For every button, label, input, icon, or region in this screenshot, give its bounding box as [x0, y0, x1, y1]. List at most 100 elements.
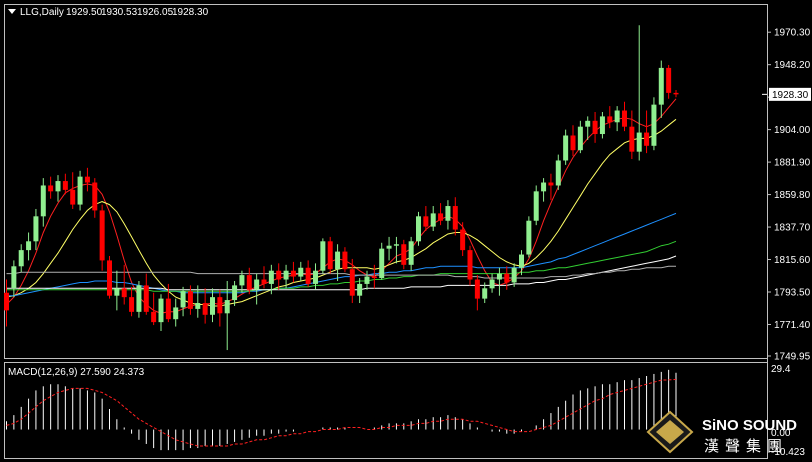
candle-body [614, 110, 620, 123]
candle-body [232, 285, 238, 301]
candle-body [195, 303, 201, 309]
candle-body [570, 135, 576, 151]
symbol-title: LLG,Daily [20, 7, 64, 18]
candle-body [474, 279, 480, 299]
candle-body [18, 250, 24, 267]
candle-body [555, 160, 561, 186]
candle-body [224, 300, 230, 314]
macd-tick-top: 29.4 [771, 364, 791, 375]
candle-body [70, 189, 76, 205]
candle-body [246, 275, 252, 290]
candle-body [430, 213, 436, 227]
moving-average-line-4 [6, 240, 677, 292]
candle-body [143, 285, 149, 312]
candle-body [48, 185, 54, 192]
candle-body [114, 288, 120, 296]
candle-body [438, 213, 444, 221]
moving-average-line-5 [6, 255, 677, 291]
candle-body [4, 292, 9, 311]
candle-body [651, 104, 657, 146]
candle-body [636, 132, 642, 152]
candle-body [84, 176, 90, 183]
candle-body [563, 135, 569, 161]
candle-body [496, 273, 502, 280]
ohlc-open: 1929.50 [66, 7, 103, 18]
candle-body [11, 266, 17, 289]
candle-body [386, 245, 392, 249]
chart-canvas[interactable]: LLG,Daily 1929.50 1930.53 1926.05 1928.3… [0, 0, 812, 462]
price-tick-label: 1771.40 [774, 320, 811, 331]
candle-body [305, 267, 311, 284]
candle-body [416, 216, 421, 242]
macd-label: MACD(12,26,9) 27.590 24.373 [8, 367, 145, 378]
candle-body [533, 191, 539, 221]
macd-signal-line [6, 378, 677, 447]
candle-body [445, 206, 451, 221]
price-tick-label: 1859.80 [774, 190, 811, 201]
candle-body [217, 297, 223, 314]
candle-body [519, 254, 524, 268]
candle-body [658, 67, 664, 105]
symbol-dropdown-icon[interactable] [8, 9, 16, 14]
candle-body [180, 291, 186, 308]
candle-body [460, 229, 466, 251]
candle-body [99, 210, 105, 261]
candle-body [401, 244, 407, 265]
candle-body [327, 241, 333, 270]
candle-body [364, 276, 370, 284]
brand-name: SiNO SOUND [702, 417, 797, 434]
candle-body [592, 120, 598, 135]
candle-body [541, 182, 547, 192]
candle-body [158, 298, 164, 323]
price-tick-label: 1881.90 [774, 158, 811, 169]
candle-body [261, 279, 267, 284]
ohlc-low: 1926.05 [137, 7, 174, 18]
candle-body [33, 216, 39, 242]
candle-body [254, 279, 260, 290]
candle-body [357, 283, 363, 296]
candle-body [526, 220, 532, 255]
candle-body [62, 181, 68, 190]
candle-body [107, 260, 112, 296]
candle-body [489, 279, 495, 289]
candle-body [173, 307, 179, 320]
candle-body [26, 241, 32, 251]
candle-body [599, 116, 605, 135]
price-tick-label: 1970.30 [774, 28, 811, 39]
price-tick-label: 1837.70 [774, 223, 811, 234]
candle-body [666, 67, 672, 93]
candle-body [482, 288, 488, 299]
candle-body [452, 206, 458, 230]
candle-body [607, 116, 613, 123]
current-price-marker: 1928.30 [769, 87, 811, 101]
price-tick-label: 1815.60 [774, 255, 811, 266]
price-tick-label: 1904.00 [774, 125, 811, 136]
candle-body [202, 303, 208, 315]
candle-body [290, 270, 296, 277]
candle-body [313, 270, 318, 284]
price-axis-ticks: 1970.301948.201926.101904.001881.901859.… [762, 28, 811, 363]
candle-body [393, 244, 399, 246]
candle-body [335, 251, 341, 270]
candle-body [77, 176, 83, 205]
candle-body [121, 288, 127, 298]
candle-body [423, 216, 429, 227]
candle-body [92, 182, 98, 211]
current-price-label: 1928.30 [772, 90, 809, 101]
macd-histogram [6, 369, 677, 451]
candle-body [504, 273, 510, 283]
candle-body [55, 181, 61, 192]
ohlc-high: 1930.53 [101, 7, 138, 18]
candle-body [349, 269, 355, 296]
candle-body [673, 92, 679, 95]
candle-body [371, 276, 377, 279]
candle-body [276, 270, 282, 280]
candle-body [298, 267, 304, 277]
chart-window: LLG,Daily 1929.50 1930.53 1926.05 1928.3… [0, 0, 812, 462]
candle-body [151, 311, 157, 323]
candle-body [629, 126, 635, 152]
candle-body [283, 270, 289, 280]
candle-body [379, 248, 385, 279]
candle-body [268, 270, 274, 284]
candle-body [585, 120, 591, 127]
